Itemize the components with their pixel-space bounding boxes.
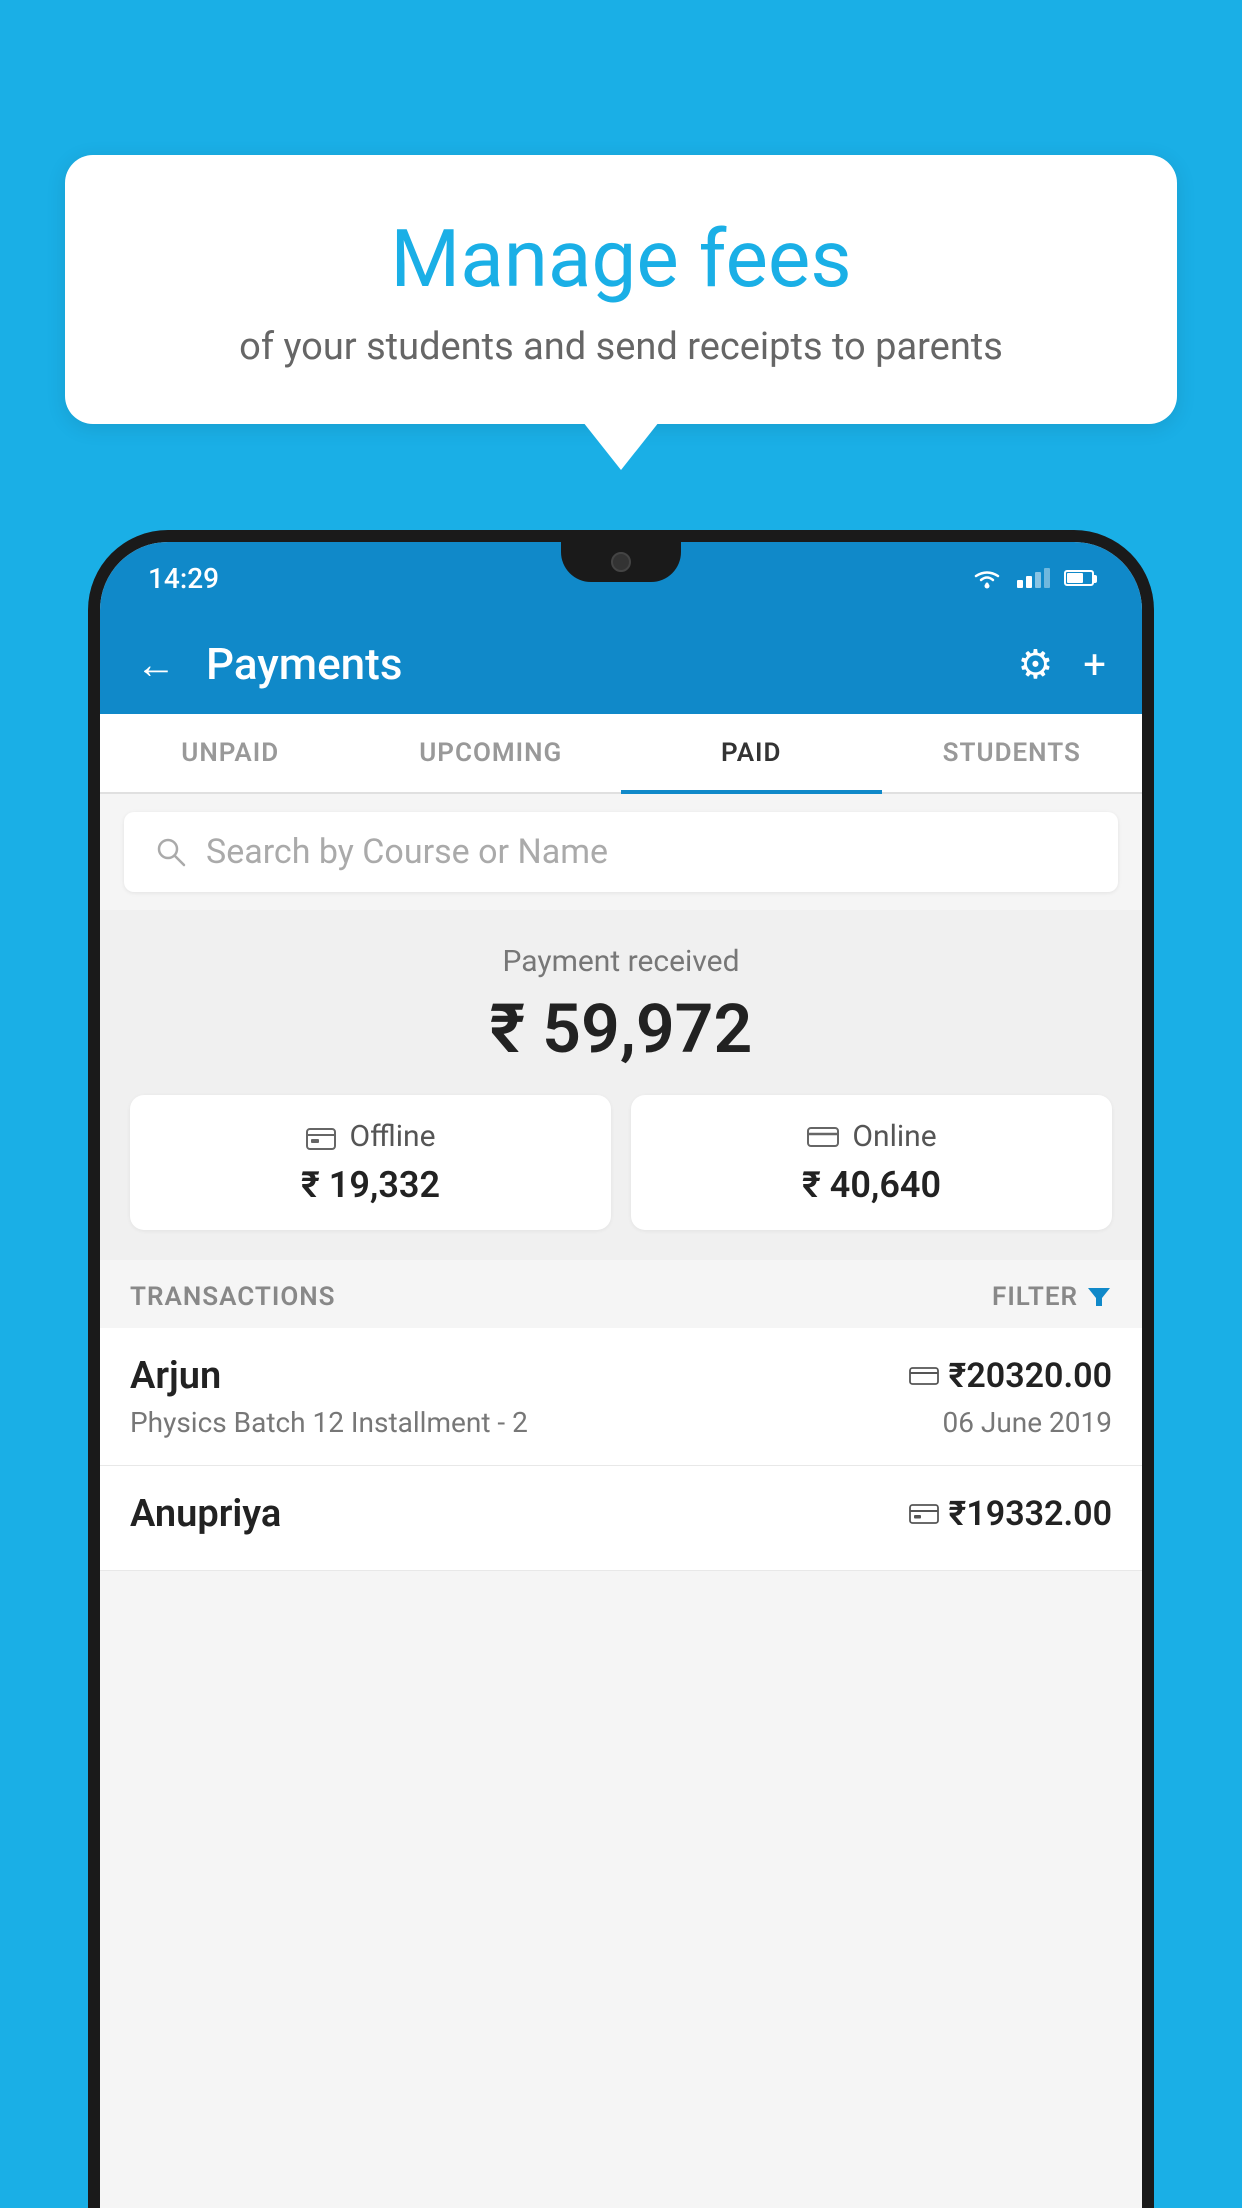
search-bar[interactable]: Search by Course or Name <box>124 812 1118 892</box>
app-header: ← Payments ⚙ + <box>100 614 1142 714</box>
table-row[interactable]: Anupriya ₹19332.00 <box>100 1466 1142 1571</box>
transaction-amount-2: ₹19332.00 <box>949 1494 1112 1534</box>
back-button[interactable]: ← <box>136 641 176 688</box>
add-icon[interactable]: + <box>1083 641 1106 688</box>
online-type: Online <box>852 1119 936 1154</box>
wifi-icon <box>971 566 1003 590</box>
filter-icon <box>1086 1284 1112 1310</box>
settings-icon[interactable]: ⚙ <box>1017 641 1053 688</box>
tab-upcoming[interactable]: UPCOMING <box>361 714 622 792</box>
phone-inner: 14:29 <box>100 542 1142 2208</box>
offline-type: Offline <box>349 1119 435 1154</box>
tabs: UNPAID UPCOMING PAID STUDENTS <box>100 714 1142 794</box>
search-icon <box>154 835 188 869</box>
battery-icon <box>1064 570 1094 586</box>
online-amount: ₹ 40,640 <box>651 1164 1092 1206</box>
speech-bubble-wrapper: Manage fees of your students and send re… <box>65 155 1177 470</box>
payment-total-amount: ₹ 59,972 <box>130 989 1112 1069</box>
page-title: Payments <box>206 638 987 690</box>
payment-summary: Payment received ₹ 59,972 Offline ₹ 19,3… <box>100 910 1142 1260</box>
tab-students[interactable]: STUDENTS <box>882 714 1143 792</box>
payment-cards: Offline ₹ 19,332 Online ₹ 40,640 <box>130 1095 1112 1230</box>
offline-amount: ₹ 19,332 <box>150 1164 591 1206</box>
search-bar-wrapper: Search by Course or Name <box>100 794 1142 910</box>
table-row[interactable]: Arjun ₹20320.00 Physics Batch 12 Install… <box>100 1328 1142 1466</box>
online-pay-icon <box>909 1365 939 1387</box>
speech-bubble-subtitle: of your students and send receipts to pa… <box>145 325 1097 369</box>
offline-icon <box>305 1123 337 1151</box>
payment-received-label: Payment received <box>130 944 1112 979</box>
transaction-date-1: 06 June 2019 <box>942 1406 1112 1439</box>
transactions-header: TRANSACTIONS FILTER <box>100 1260 1142 1328</box>
signal-icon <box>1017 568 1050 588</box>
tab-unpaid[interactable]: UNPAID <box>100 714 361 792</box>
filter-label: FILTER <box>992 1282 1078 1312</box>
status-bar: 14:29 <box>100 542 1142 614</box>
transaction-amount-wrap-1: ₹20320.00 <box>909 1356 1112 1396</box>
transaction-amount-wrap-2: ₹19332.00 <box>909 1494 1112 1534</box>
notch <box>561 542 681 582</box>
filter-button[interactable]: FILTER <box>992 1282 1112 1312</box>
speech-bubble-title: Manage fees <box>145 215 1097 303</box>
transaction-amount-1: ₹20320.00 <box>949 1356 1112 1396</box>
transaction-name-2: Anupriya <box>130 1492 281 1536</box>
offline-pay-icon <box>909 1501 939 1527</box>
status-time: 14:29 <box>148 562 219 595</box>
search-input[interactable]: Search by Course or Name <box>206 832 608 872</box>
transaction-course-1: Physics Batch 12 Installment - 2 <box>130 1406 528 1439</box>
offline-payment-card: Offline ₹ 19,332 <box>130 1095 611 1230</box>
phone-frame: 14:29 <box>88 530 1154 2208</box>
transactions-label: TRANSACTIONS <box>130 1282 336 1312</box>
speech-bubble: Manage fees of your students and send re… <box>65 155 1177 424</box>
status-icons <box>971 566 1094 590</box>
transaction-name-1: Arjun <box>130 1354 221 1398</box>
tab-paid[interactable]: PAID <box>621 714 882 792</box>
notch-camera <box>611 552 631 572</box>
online-icon <box>806 1124 840 1150</box>
online-payment-card: Online ₹ 40,640 <box>631 1095 1112 1230</box>
speech-bubble-arrow <box>583 422 659 470</box>
